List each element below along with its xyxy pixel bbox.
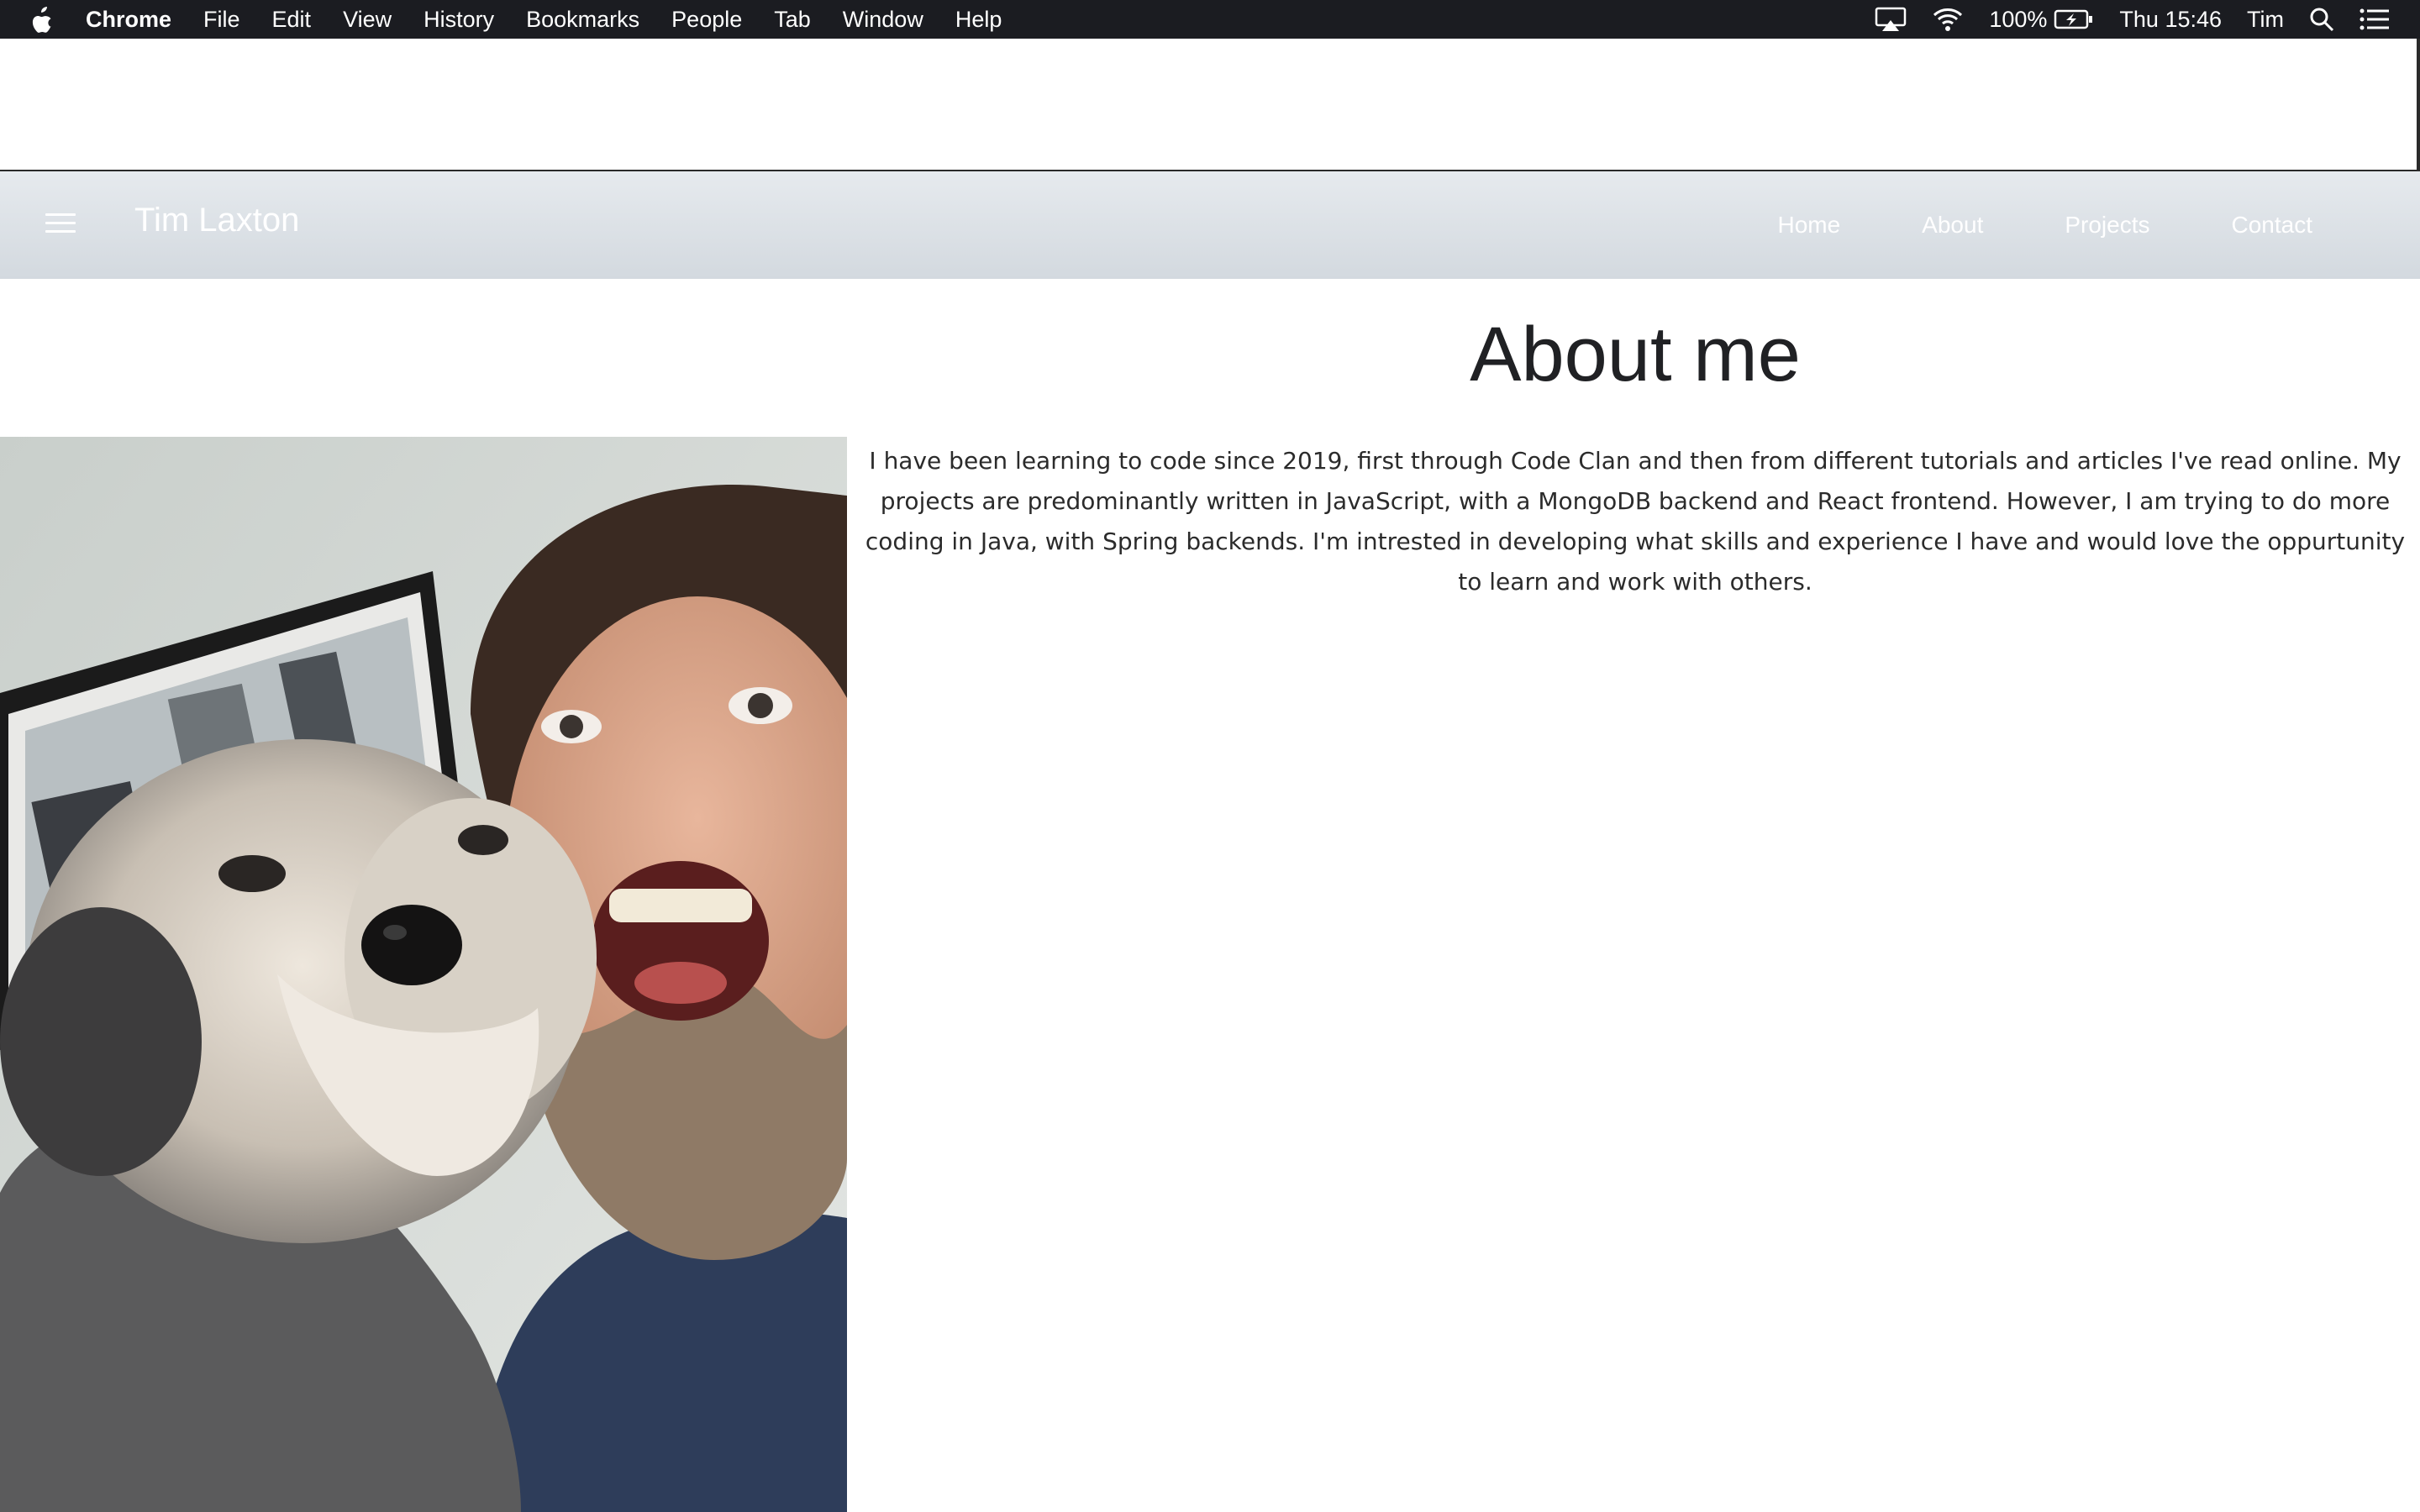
clock[interactable]: Thu 15:46	[2119, 7, 2222, 33]
apple-icon[interactable]	[30, 6, 54, 33]
menu-view[interactable]: View	[343, 7, 392, 33]
menu-window[interactable]: Window	[843, 7, 923, 33]
menu-bookmarks[interactable]: Bookmarks	[526, 7, 639, 33]
browser-top-strip	[0, 39, 2420, 171]
menu-app-name[interactable]: Chrome	[86, 7, 171, 33]
page-title: About me	[1470, 312, 1801, 397]
search-icon[interactable]	[2309, 7, 2334, 32]
menu-help[interactable]: Help	[955, 7, 1002, 33]
menu-tab[interactable]: Tab	[774, 7, 811, 33]
macos-menu-bar: Chrome File Edit View History Bookmarks …	[0, 0, 2420, 39]
nav-link-projects[interactable]: Projects	[2065, 212, 2149, 239]
menu-edit[interactable]: Edit	[272, 7, 312, 33]
nav-links: Home About Projects Contact	[1696, 212, 2312, 239]
hamburger-icon[interactable]	[45, 213, 76, 237]
menu-history[interactable]: History	[424, 7, 494, 33]
list-icon[interactable]	[2360, 8, 2390, 31]
site-navbar: Tim Laxton Home About Projects Contact	[0, 171, 2420, 279]
battery-percentage: 100%	[1989, 6, 2048, 32]
wifi-icon[interactable]	[1932, 7, 1964, 32]
about-bio: I have been learning to code since 2019,…	[865, 447, 2406, 596]
nav-link-home[interactable]: Home	[1777, 212, 1840, 239]
nav-link-about[interactable]: About	[1922, 212, 1983, 239]
menu-people[interactable]: People	[671, 7, 742, 33]
profile-photo	[0, 437, 847, 1512]
user-name[interactable]: Tim	[2247, 7, 2284, 33]
nav-link-contact[interactable]: Contact	[2232, 212, 2313, 239]
site-brand[interactable]: Tim Laxton	[134, 202, 299, 239]
airplay-icon[interactable]	[1875, 7, 1907, 32]
menu-file[interactable]: File	[203, 7, 240, 33]
battery-icon[interactable]	[2054, 8, 2094, 30]
